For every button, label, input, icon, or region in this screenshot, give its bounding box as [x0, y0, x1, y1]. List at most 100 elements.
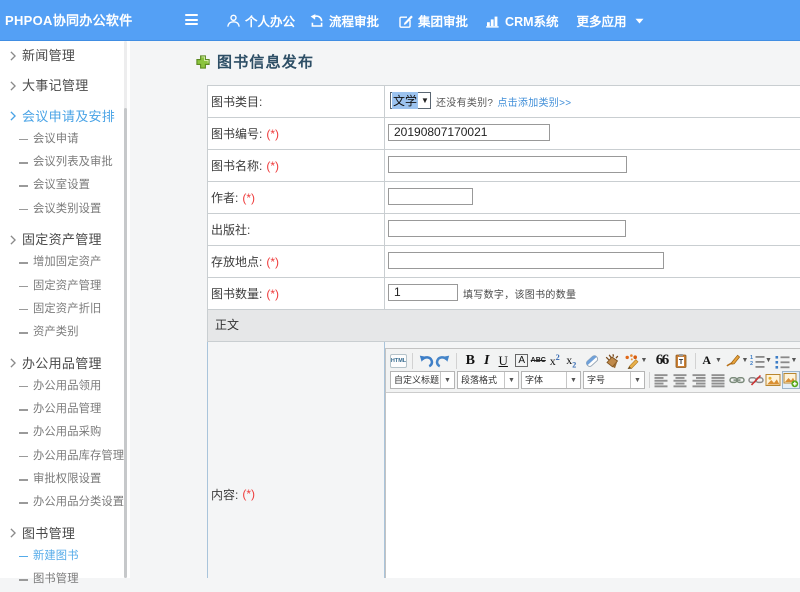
- strikethrough-icon[interactable]: ABC: [530, 352, 547, 370]
- font-family-select[interactable]: 字体▼: [521, 371, 581, 389]
- heading-select[interactable]: 自定义标题▼: [390, 371, 455, 389]
- book-name-input[interactable]: [388, 156, 627, 173]
- sidebar-group-固定资产管理[interactable]: 固定资产管理: [0, 228, 130, 251]
- sidebar-item-办公用品管理[interactable]: 办公用品管理: [0, 398, 130, 421]
- book-number-input[interactable]: [388, 124, 550, 141]
- sidebar-item-办公用品库存管理[interactable]: 办公用品库存管理: [0, 445, 130, 468]
- paragraph-select[interactable]: 段落格式▼: [457, 371, 519, 389]
- required-star: (*): [266, 287, 279, 301]
- sidebar-item-label: 资产类别: [33, 326, 79, 338]
- storage-location-input[interactable]: [388, 252, 664, 269]
- unlink-icon[interactable]: [748, 371, 765, 389]
- author-input[interactable]: [388, 188, 473, 205]
- unordered-list-icon[interactable]: [774, 352, 791, 370]
- sidebar-item-办公用品分类设置[interactable]: 办公用品分类设置: [0, 491, 130, 514]
- image-icon[interactable]: [765, 371, 782, 389]
- nav-item-more-apps[interactable]: 更多应用: [577, 11, 644, 30]
- sidebar-scrollbar-thumb[interactable]: [124, 108, 127, 578]
- font-style-icon[interactable]: A: [514, 352, 531, 370]
- book-form: 图书类目:文学▼还没有类别?点击添加类别>>图书编号:(*)图书名称:(*)作者…: [207, 85, 800, 578]
- align-center-icon[interactable]: [672, 371, 689, 389]
- paragraph-select-label: 段落格式: [458, 372, 504, 388]
- top-nav: 个人办公流程审批 集团审批 CRM系统更多应用: [226, 0, 644, 41]
- eraser-icon[interactable]: [584, 352, 601, 370]
- sidebar-item-固定资产管理[interactable]: 固定资产管理: [0, 275, 130, 298]
- nav-item-personal-office[interactable]: 个人办公: [226, 11, 295, 30]
- form-row-content: 内容:(*)HTMLBIUAABCx2x2▼66TA▼▼12▼▼自定义标题▼段落…: [207, 342, 800, 578]
- paste-text-icon[interactable]: T: [673, 352, 690, 370]
- font-style-glyph: A: [515, 354, 528, 367]
- link-icon[interactable]: [729, 371, 746, 389]
- sidebar-item-办公用品领用[interactable]: 办公用品领用: [0, 375, 130, 398]
- undo-icon[interactable]: [418, 352, 435, 370]
- sidebar-item-会议室设置[interactable]: 会议室设置: [0, 174, 130, 197]
- dash-icon: [19, 332, 28, 334]
- quick-format-icon-caret[interactable]: ▼: [641, 352, 650, 370]
- font-color-icon[interactable]: A: [699, 352, 716, 370]
- ordered-list-icon[interactable]: 12: [749, 352, 766, 370]
- html-source-button[interactable]: HTML: [390, 354, 407, 368]
- field-label-text: 作者:: [211, 189, 238, 206]
- nav-item-process-approval[interactable]: 流程审批: [309, 11, 379, 30]
- quick-format-icon[interactable]: [624, 352, 641, 370]
- font-color-icon-caret[interactable]: ▼: [715, 352, 724, 370]
- publisher-input[interactable]: [388, 220, 626, 237]
- add-category-link[interactable]: 点击添加类别>>: [497, 94, 571, 109]
- sidebar-group-办公用品管理[interactable]: 办公用品管理: [0, 352, 130, 375]
- sidebar-item-会议申请[interactable]: 会议申请: [0, 128, 130, 151]
- multi-image-icon[interactable]: [782, 371, 800, 389]
- sidebar-item-label: 图书管理: [33, 573, 79, 585]
- field-value: 文学▼还没有类别?点击添加类别>>: [385, 86, 800, 117]
- dash-icon: [19, 579, 28, 581]
- form-row-author: 作者:(*): [207, 182, 800, 214]
- align-right-icon[interactable]: [691, 371, 708, 389]
- italic-icon[interactable]: I: [479, 352, 496, 370]
- field-label: 作者:(*): [208, 182, 385, 213]
- field-label-text: 出版社:: [211, 221, 250, 238]
- align-justify-icon[interactable]: [710, 371, 727, 389]
- sidebar-item-图书管理[interactable]: 图书管理: [0, 568, 130, 591]
- sidebar-item-label: 办公用品管理: [33, 403, 101, 415]
- hamburger-bar: [185, 14, 198, 16]
- sidebar-item-审批权限设置[interactable]: 审批权限设置: [0, 468, 130, 491]
- dash-icon: [19, 139, 28, 141]
- unordered-list-icon-caret[interactable]: ▼: [791, 352, 800, 370]
- highlight-color-icon[interactable]: [725, 352, 742, 370]
- app-logo: PHPOA协同办公软件: [5, 0, 133, 41]
- caret-down-icon: [635, 18, 644, 24]
- edit-icon: [398, 13, 414, 29]
- sidebar-item-label: 会议类别设置: [33, 203, 101, 215]
- bold-icon[interactable]: B: [462, 352, 479, 370]
- menu-toggle-icon[interactable]: [185, 14, 198, 27]
- sidebar-item-增加固定资产[interactable]: 增加固定资产: [0, 251, 130, 274]
- sidebar-item-会议列表及审批[interactable]: 会议列表及审批: [0, 151, 130, 174]
- editor-content-area[interactable]: [386, 393, 800, 578]
- format-brush-icon[interactable]: [604, 352, 621, 370]
- subscript-icon[interactable]: x2: [563, 352, 580, 370]
- sidebar-group-图书管理[interactable]: 图书管理: [0, 522, 130, 545]
- sidebar-item-label: 会议申请: [33, 133, 79, 145]
- align-left-icon[interactable]: [653, 371, 670, 389]
- sidebar-item-资产类别[interactable]: 资产类别: [0, 321, 130, 344]
- sidebar-item-办公用品采购[interactable]: 办公用品采购: [0, 421, 130, 444]
- sidebar-group-会议申请及安排[interactable]: 会议申请及安排: [0, 105, 130, 128]
- sidebar-item-固定资产折旧[interactable]: 固定资产折旧: [0, 298, 130, 321]
- field-hint: 填写数字，该图书的数量: [463, 286, 576, 301]
- sidebar-group-新闻管理[interactable]: 新闻管理: [0, 44, 130, 67]
- ordered-list-icon-caret[interactable]: ▼: [765, 352, 774, 370]
- nav-item-group-approval[interactable]: 集团审批: [398, 11, 468, 30]
- underline-glyph: U: [499, 353, 508, 369]
- blockquote-icon[interactable]: 66: [654, 352, 671, 370]
- book-quantity-input[interactable]: [388, 284, 458, 301]
- nav-item-crm-system[interactable]: CRM系统: [485, 11, 558, 30]
- field-label-text: 存放地点:: [211, 253, 262, 270]
- superscript-icon[interactable]: x2: [547, 352, 564, 370]
- sidebar-group-大事记管理[interactable]: 大事记管理: [0, 74, 130, 97]
- redo-icon[interactable]: [435, 352, 452, 370]
- sidebar-item-会议类别设置[interactable]: 会议类别设置: [0, 198, 130, 221]
- sidebar-item-新建图书[interactable]: 新建图书: [0, 545, 130, 568]
- nav-item-label: 集团审批: [418, 11, 468, 30]
- category-select[interactable]: 文学▼: [390, 92, 431, 109]
- underline-icon[interactable]: U: [495, 352, 512, 370]
- font-size-select[interactable]: 字号▼: [583, 371, 645, 389]
